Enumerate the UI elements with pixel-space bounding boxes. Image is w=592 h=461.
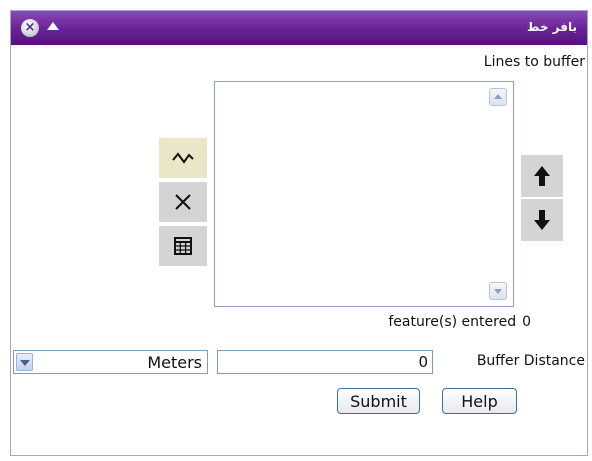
draw-line-icon: [172, 152, 194, 164]
title-bar: × بافر خط: [11, 11, 587, 45]
scroll-up-button[interactable]: [489, 88, 507, 106]
table-button[interactable]: [159, 226, 207, 266]
arrow-up-icon: [534, 166, 550, 186]
chevron-down-icon[interactable]: [16, 353, 33, 371]
move-up-button[interactable]: [521, 155, 563, 197]
arrow-down-icon: [534, 210, 550, 230]
scroll-down-button[interactable]: [489, 282, 507, 300]
window-title: بافر خط: [526, 20, 577, 34]
lines-listbox[interactable]: [214, 81, 514, 307]
lines-to-buffer-label: Lines to buffer: [483, 54, 585, 70]
unit-selected-value: Meters: [147, 353, 202, 372]
buffer-distance-input[interactable]: [217, 350, 433, 374]
features-count: 0: [522, 314, 531, 330]
draw-line-button[interactable]: [159, 138, 207, 178]
clear-button[interactable]: [159, 182, 207, 222]
help-button[interactable]: Help: [442, 388, 517, 414]
buffer-distance-label: Buffer Distance: [476, 353, 585, 369]
features-entered-label: feature(s) entered 0: [382, 314, 531, 330]
close-icon[interactable]: ×: [21, 19, 39, 37]
submit-button[interactable]: Submit: [337, 388, 420, 414]
clear-icon: [175, 194, 191, 210]
features-label-text: feature(s) entered: [388, 314, 517, 330]
table-icon: [174, 237, 192, 255]
move-down-button[interactable]: [521, 199, 563, 241]
collapse-icon[interactable]: [47, 22, 59, 30]
unit-select[interactable]: Meters: [13, 350, 208, 374]
